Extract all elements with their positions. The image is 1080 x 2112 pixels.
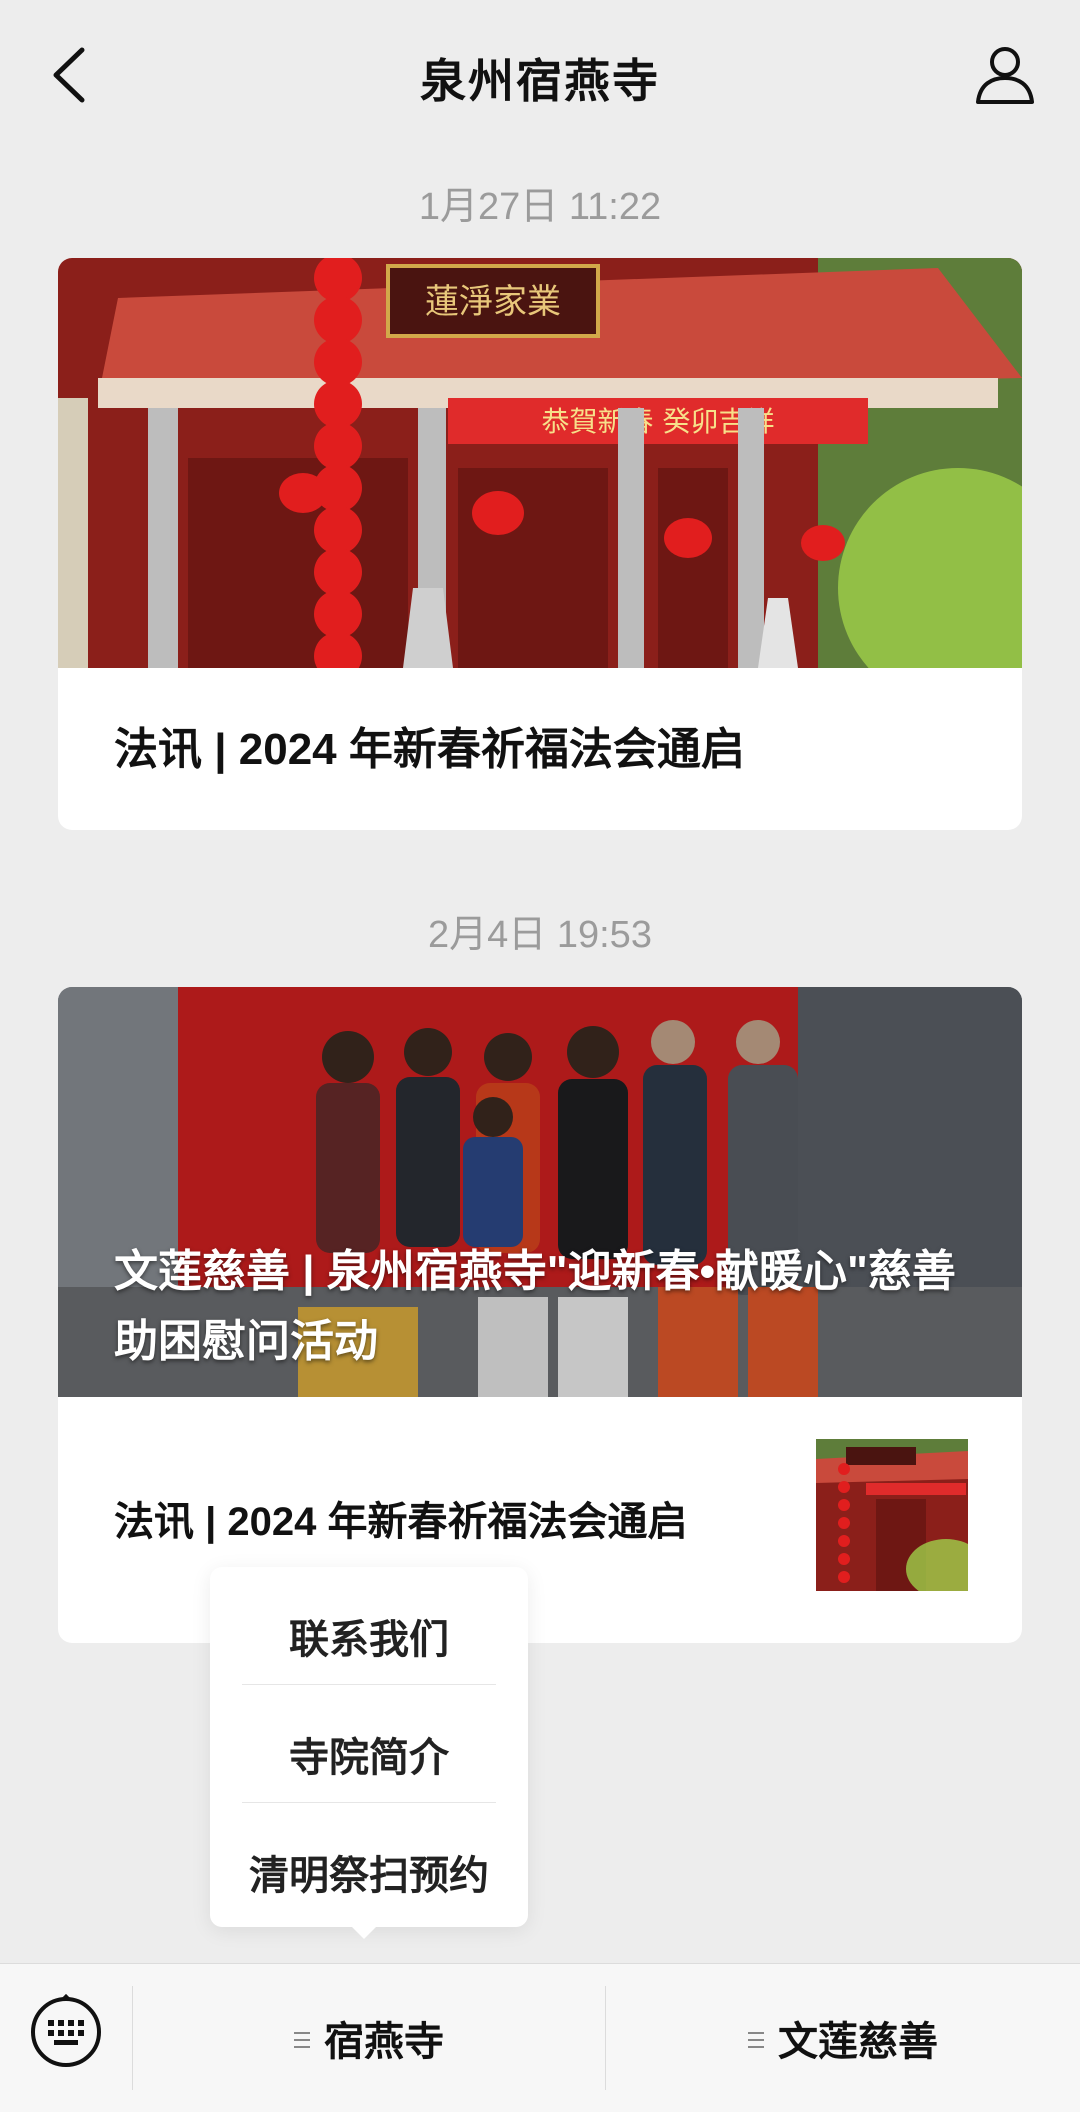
bottom-menu-bar: 宿燕寺 文莲慈善 bbox=[0, 1963, 1080, 2112]
menu-divider bbox=[242, 1684, 496, 1685]
menu-button-label: 宿燕寺 bbox=[324, 2020, 444, 2064]
page-title: 泉州宿燕寺 bbox=[420, 55, 660, 107]
menu-button-suyan-temple[interactable]: 宿燕寺 bbox=[133, 1964, 605, 2112]
article-title: 法讯 | 2024 年新春祈福法会通启 bbox=[114, 725, 745, 774]
temple-plaque-text: 蓮淨家業 bbox=[425, 282, 561, 322]
menu-lines-icon bbox=[748, 2016, 764, 2061]
article-card[interactable]: 文莲慈善 | 泉州宿燕寺"迎新春•献暖心"慈善助困慰问活动 法讯 | 2024 … bbox=[58, 987, 1022, 1643]
menu-button-label: 文莲慈善 bbox=[778, 2020, 938, 2064]
sub-article-thumbnail[interactable] bbox=[816, 1439, 968, 1591]
message-timestamp: 2月4日 19:53 bbox=[428, 914, 652, 956]
sub-article-title[interactable]: 法讯 | 2024 年新春祈福法会通启 bbox=[114, 1489, 688, 1547]
keyboard-icon[interactable] bbox=[28, 1993, 104, 2070]
menu-item-qingming-booking[interactable]: 清明祭扫预约 bbox=[210, 1843, 528, 1901]
message-timestamp: 1月27日 11:22 bbox=[418, 186, 662, 228]
article-title: 文莲慈善 | 泉州宿燕寺"迎新春•献暖心"慈善助困慰问活动 bbox=[114, 1247, 956, 1366]
submenu-popup: 联系我们 寺院简介 清明祭扫预约 bbox=[210, 1567, 528, 1927]
article-card[interactable]: 蓮淨家業 恭賀新春 癸卯吉祥 法讯 | 2024 年新春祈福法会通启 bbox=[58, 258, 1022, 830]
top-bar: 泉州宿燕寺 bbox=[0, 0, 1080, 150]
menu-lines-icon bbox=[294, 2016, 310, 2061]
menu-item-contact-us[interactable]: 联系我们 bbox=[210, 1607, 528, 1665]
menu-item-temple-intro[interactable]: 寺院简介 bbox=[210, 1725, 528, 1783]
popup-pointer bbox=[350, 1925, 378, 1939]
menu-button-wenlian-charity[interactable]: 文莲慈善 bbox=[606, 1964, 1080, 2112]
profile-icon[interactable] bbox=[970, 40, 1040, 110]
temple-photo: 蓮淨家業 恭賀新春 癸卯吉祥 bbox=[58, 258, 1022, 668]
menu-divider bbox=[242, 1802, 496, 1803]
